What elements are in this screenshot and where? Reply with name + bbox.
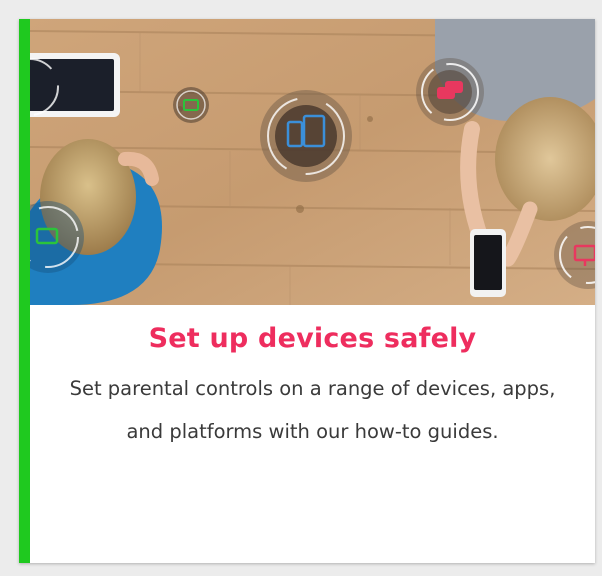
card-description: Set parental controls on a range of devi… xyxy=(69,377,556,443)
hero-image xyxy=(30,19,595,305)
card-title[interactable]: Set up devices safely xyxy=(30,323,595,354)
chat-bubbles-icon xyxy=(416,58,484,126)
guide-card[interactable]: Set up devices safely Set parental contr… xyxy=(19,19,595,563)
tablet-and-phone-icon xyxy=(260,90,352,182)
tv-icon xyxy=(173,87,209,123)
